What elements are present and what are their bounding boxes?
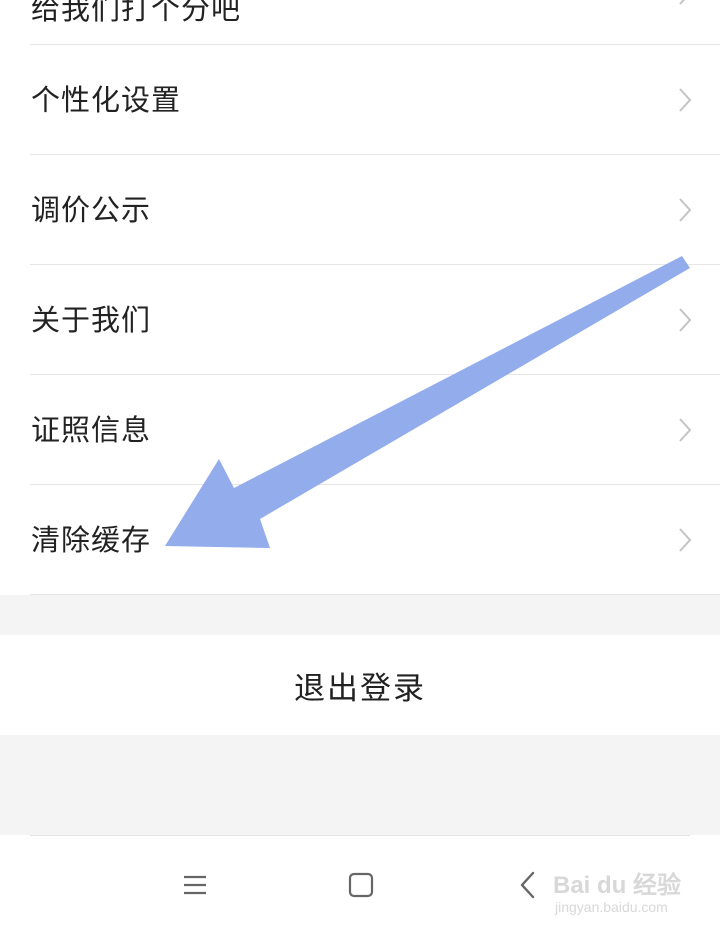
divider — [30, 835, 690, 836]
chevron-right-icon — [679, 198, 692, 222]
settings-item-label: 给我们打个分吧 — [31, 0, 242, 26]
menu-icon — [184, 875, 206, 895]
back-chevron-icon — [520, 871, 535, 899]
logout-button[interactable]: 退出登录 — [0, 635, 720, 735]
section-gap — [0, 595, 720, 635]
settings-item-license-info[interactable]: 证照信息 — [0, 375, 720, 485]
settings-item-personalization[interactable]: 个性化设置 — [0, 45, 720, 155]
settings-item-label: 关于我们 — [31, 302, 152, 337]
watermark-main-text: Bai du 经验 — [553, 872, 682, 899]
settings-item-clear-cache[interactable]: 清除缓存 — [0, 485, 720, 595]
settings-item-price-notice[interactable]: 调价公示 — [0, 155, 720, 265]
home-square-icon — [348, 872, 374, 898]
chevron-right-icon — [679, 0, 685, 5]
settings-list: 给我们打个分吧 个性化设置 调价公示 关于我们 证照信息 清除缓存 — [0, 0, 720, 595]
settings-item-label: 个性化设置 — [31, 82, 182, 117]
watermark-logo: Bai du 经验 jingyan.baidu.com — [553, 855, 703, 920]
chevron-right-icon — [679, 528, 692, 552]
bottom-gap — [0, 735, 720, 835]
chevron-right-icon — [679, 88, 692, 112]
menu-button[interactable] — [175, 865, 215, 905]
settings-item-about-us[interactable]: 关于我们 — [0, 265, 720, 375]
screen: 给我们打个分吧 个性化设置 调价公示 关于我们 证照信息 清除缓存 退出登录 B… — [0, 0, 720, 932]
chevron-right-icon — [679, 418, 692, 442]
chevron-right-icon — [679, 308, 692, 332]
logout-label: 退出登录 — [294, 670, 426, 707]
back-button[interactable] — [508, 865, 548, 905]
system-navigation-bar: Bai du 经验 jingyan.baidu.com — [0, 835, 720, 932]
settings-item-label: 调价公示 — [31, 192, 152, 227]
watermark-sub-text: jingyan.baidu.com — [555, 899, 668, 915]
home-button[interactable] — [341, 865, 381, 905]
settings-item-label: 清除缓存 — [31, 522, 152, 557]
settings-item-label: 证照信息 — [31, 412, 152, 447]
